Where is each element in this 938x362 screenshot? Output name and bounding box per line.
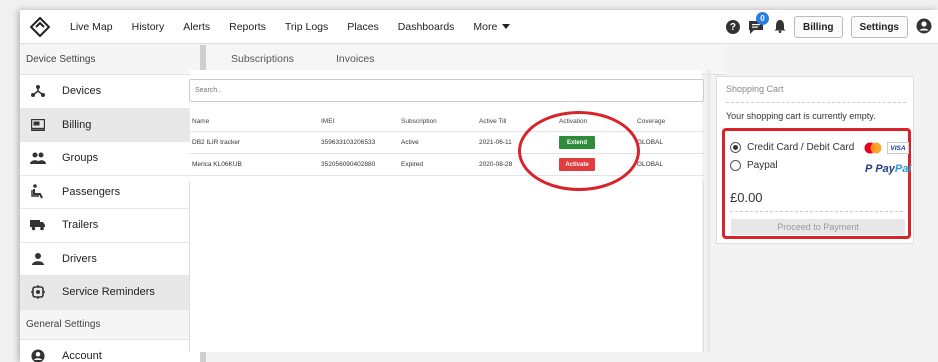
header-coverage[interactable]: Coverage: [637, 112, 665, 131]
nav-right: ? 0 Billing Settings: [725, 10, 932, 44]
paypal-radio[interactable]: [730, 160, 741, 171]
settings-button[interactable]: Settings: [850, 16, 908, 38]
sidebar-item-label: Billing: [62, 118, 92, 131]
cell-active-till: 2020-08-28: [479, 161, 513, 168]
sidebar-item-groups[interactable]: Groups: [20, 142, 200, 176]
total-divider: [730, 211, 903, 212]
sidebar-item-passengers[interactable]: Passengers: [20, 175, 200, 209]
paypal-logo-p: P: [865, 163, 873, 175]
sidebar-item-label: Passengers: [62, 185, 121, 198]
table-row: DB2 ILIR tracker 359633103206533 Active …: [189, 132, 704, 154]
general-settings-header: General Settings: [20, 309, 200, 340]
top-nav: Live Map History Alerts Reports Trip Log…: [20, 10, 938, 44]
nav-reports[interactable]: Reports: [229, 21, 266, 33]
table-empty-area: [189, 182, 704, 352]
nav-more[interactable]: More: [473, 20, 511, 33]
nav-trip-logs[interactable]: Trip Logs: [285, 21, 328, 33]
cell-subscription: Expired: [401, 161, 424, 168]
sidebar-item-label: Drivers: [62, 252, 97, 265]
devices-icon: [30, 83, 46, 99]
tab-subscriptions[interactable]: Subscriptions: [231, 53, 294, 65]
service-icon: [30, 284, 46, 300]
payment-option-card[interactable]: Credit Card / Debit Card: [730, 142, 854, 153]
payment-option-paypal[interactable]: Paypal: [730, 160, 778, 171]
help-icon[interactable]: ?: [725, 20, 740, 34]
messages-icon[interactable]: 0: [748, 12, 769, 35]
caret-down-icon: [502, 23, 511, 29]
sidebar-item-label: Trailers: [62, 219, 99, 232]
paypal-logo-pal: Pal: [894, 163, 912, 175]
panel-splitter[interactable]: [707, 70, 711, 352]
bell-icon[interactable]: [774, 19, 786, 36]
billing-button[interactable]: Billing: [793, 16, 843, 38]
payment-highlight-box: Credit Card / Debit Card VISA Paypal P P…: [722, 128, 911, 239]
notification-badge: 0: [755, 12, 769, 25]
cell-name: Merica KL06KUB: [192, 161, 242, 168]
cell-subscription: Active: [401, 139, 419, 146]
header-active-till[interactable]: Active Till: [479, 112, 506, 131]
tab-invoices[interactable]: Invoices: [336, 53, 375, 65]
account-icon: [30, 348, 46, 362]
sidebar-item-service-reminders[interactable]: Service Reminders: [20, 276, 200, 310]
paypal-logo-icon: P Pay Pal: [865, 163, 911, 175]
cart-total: £0.00: [730, 190, 763, 205]
cart-title: Shopping Cart: [726, 84, 784, 94]
sidebar-item-label: Devices: [62, 85, 102, 98]
table-header-row: Name IMEI Subscription Active Till Activ…: [189, 112, 704, 132]
logo-icon[interactable]: [28, 15, 52, 39]
search-placeholder: Search..: [195, 87, 222, 94]
billing-icon: [30, 117, 46, 133]
sidebar-item-drivers[interactable]: Drivers: [20, 242, 200, 276]
sidebar-item-devices[interactable]: Devices: [20, 75, 200, 109]
sidebar-item-trailers[interactable]: Trailers: [20, 209, 200, 243]
header-imei[interactable]: IMEI: [321, 112, 334, 131]
header-activation[interactable]: Activation: [559, 112, 587, 131]
cell-imei: 359633103206533: [321, 139, 376, 146]
nav-alerts[interactable]: Alerts: [183, 21, 210, 33]
trailer-icon: [30, 217, 46, 233]
mastercard-icon: [864, 142, 882, 154]
paypal-option-label: Paypal: [747, 160, 778, 171]
user-account-icon[interactable]: [916, 18, 932, 37]
extend-button[interactable]: Extend: [559, 136, 595, 149]
visa-icon: VISA: [887, 142, 909, 154]
settings-sidebar: Device Settings Devices Billing Groups P…: [20, 45, 200, 362]
cell-activation: Activate: [559, 154, 595, 175]
cell-imei: 352056090402880: [321, 161, 376, 168]
nav-places[interactable]: Places: [347, 21, 379, 33]
cell-activation: Extend: [559, 132, 595, 153]
header-subscription[interactable]: Subscription: [401, 112, 437, 131]
sidebar-item-label: Account: [62, 349, 102, 362]
card-radio[interactable]: [730, 142, 741, 153]
search-input[interactable]: Search..: [189, 79, 704, 102]
nav-more-label: More: [473, 20, 498, 33]
driver-icon: [30, 251, 46, 267]
cell-name: DB2 ILIR tracker: [192, 139, 241, 146]
subscriptions-table: Name IMEI Subscription Active Till Activ…: [189, 112, 704, 176]
cell-coverage: GLOBAL: [637, 161, 664, 168]
sidebar-item-label: Service Reminders: [62, 286, 155, 299]
header-name[interactable]: Name: [192, 112, 209, 131]
activate-button[interactable]: Activate: [559, 158, 595, 171]
nav-dashboards[interactable]: Dashboards: [398, 21, 455, 33]
cell-coverage: GLOBAL: [637, 139, 664, 146]
sidebar-item-account[interactable]: Account: [20, 339, 200, 362]
cart-empty-message: Your shopping cart is currently empty.: [726, 111, 876, 121]
card-option-label: Credit Card / Debit Card: [747, 142, 855, 153]
groups-icon: [30, 150, 46, 166]
table-row: Merica KL06KUB 352056090402880 Expired 2…: [189, 154, 704, 176]
paypal-logo-pay: Pay: [875, 163, 895, 175]
passengers-icon: [30, 184, 46, 200]
cart-divider: [726, 102, 906, 103]
cell-active-till: 2021-06-11: [479, 139, 512, 146]
proceed-to-payment-button[interactable]: Proceed to Payment: [731, 219, 905, 235]
nav-live-map[interactable]: Live Map: [70, 21, 113, 33]
sidebar-item-label: Groups: [62, 152, 99, 165]
device-settings-header: Device Settings: [20, 45, 200, 75]
nav-history[interactable]: History: [132, 21, 165, 33]
sidebar-item-billing[interactable]: Billing: [20, 108, 200, 142]
